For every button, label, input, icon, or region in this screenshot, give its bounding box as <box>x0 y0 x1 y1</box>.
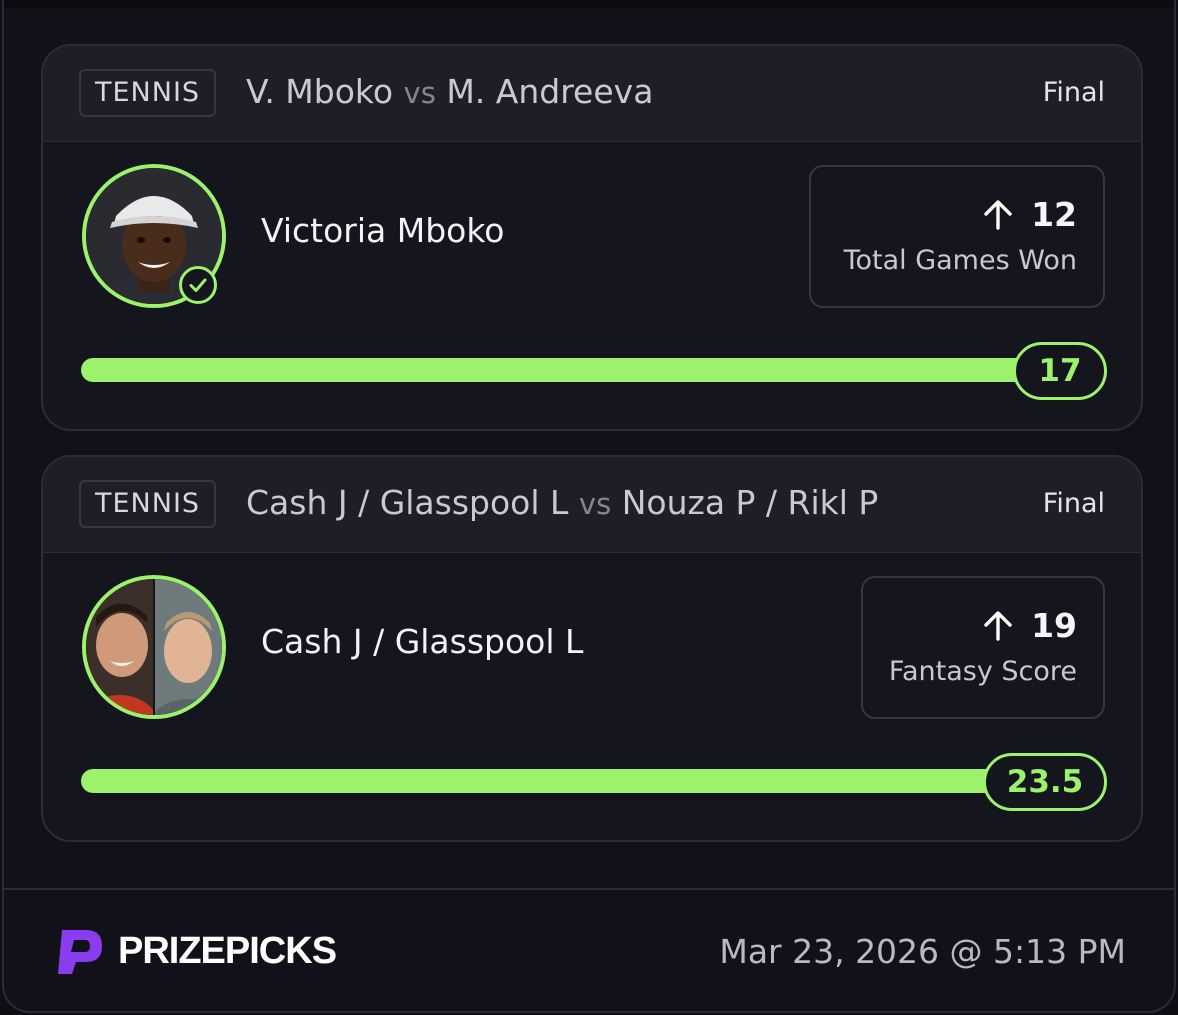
vs-label: vs <box>578 487 612 521</box>
player-avatar <box>82 575 226 719</box>
sport-badge: TENNIS <box>79 69 217 117</box>
top-strip <box>4 0 1174 8</box>
projection-line: 12 <box>1031 195 1077 234</box>
check-circle-icon <box>179 266 217 304</box>
actual-result-pill: 17 <box>1013 342 1107 400</box>
projection-line: 19 <box>1031 606 1077 645</box>
vs-label: vs <box>403 76 436 110</box>
pick-card[interactable]: TENNIS V. Mboko vs M. Andreeva Final Vic… <box>41 44 1143 431</box>
progress-bar <box>81 358 1031 382</box>
team-a: V. Mboko <box>246 72 394 111</box>
matchup: V. Mboko vs M. Andreeva <box>246 72 653 111</box>
pick-share-card: TENNIS V. Mboko vs M. Andreeva Final Vic… <box>2 0 1176 1013</box>
matchup: Cash J / Glasspool L vs Nouza P / Rikl P <box>246 483 878 522</box>
team-b: Nouza P / Rikl P <box>621 483 879 522</box>
team-b: M. Andreeva <box>446 72 654 111</box>
arrow-up-icon <box>984 199 1012 230</box>
brand-name: PRIZEPICKS <box>118 930 337 972</box>
stat-type: Fantasy Score <box>888 656 1077 687</box>
player-photo <box>86 579 222 715</box>
sport-badge: TENNIS <box>79 480 217 528</box>
pick-card-header: TENNIS V. Mboko vs M. Andreeva Final <box>43 46 1141 142</box>
progress-bar <box>81 769 1001 793</box>
projection-box: 12 Total Games Won <box>809 165 1105 308</box>
team-a: Cash J / Glasspool L <box>246 483 569 522</box>
prizepicks-logo-icon <box>58 930 102 974</box>
stat-type: Total Games Won <box>843 245 1077 276</box>
game-status: Final <box>1042 488 1105 519</box>
footer-divider <box>4 888 1174 890</box>
projection-box: 19 Fantasy Score <box>861 576 1105 719</box>
timestamp: Mar 23, 2026 @ 5:13 PM <box>719 932 1126 971</box>
arrow-up-icon <box>984 610 1012 641</box>
player-name: Cash J / Glasspool L <box>261 622 584 661</box>
pick-card-header: TENNIS Cash J / Glasspool L vs Nouza P /… <box>43 457 1141 553</box>
pick-card[interactable]: TENNIS Cash J / Glasspool L vs Nouza P /… <box>41 455 1143 842</box>
actual-result-pill: 23.5 <box>983 753 1107 811</box>
player-name: Victoria Mboko <box>261 211 505 250</box>
game-status: Final <box>1042 77 1105 108</box>
